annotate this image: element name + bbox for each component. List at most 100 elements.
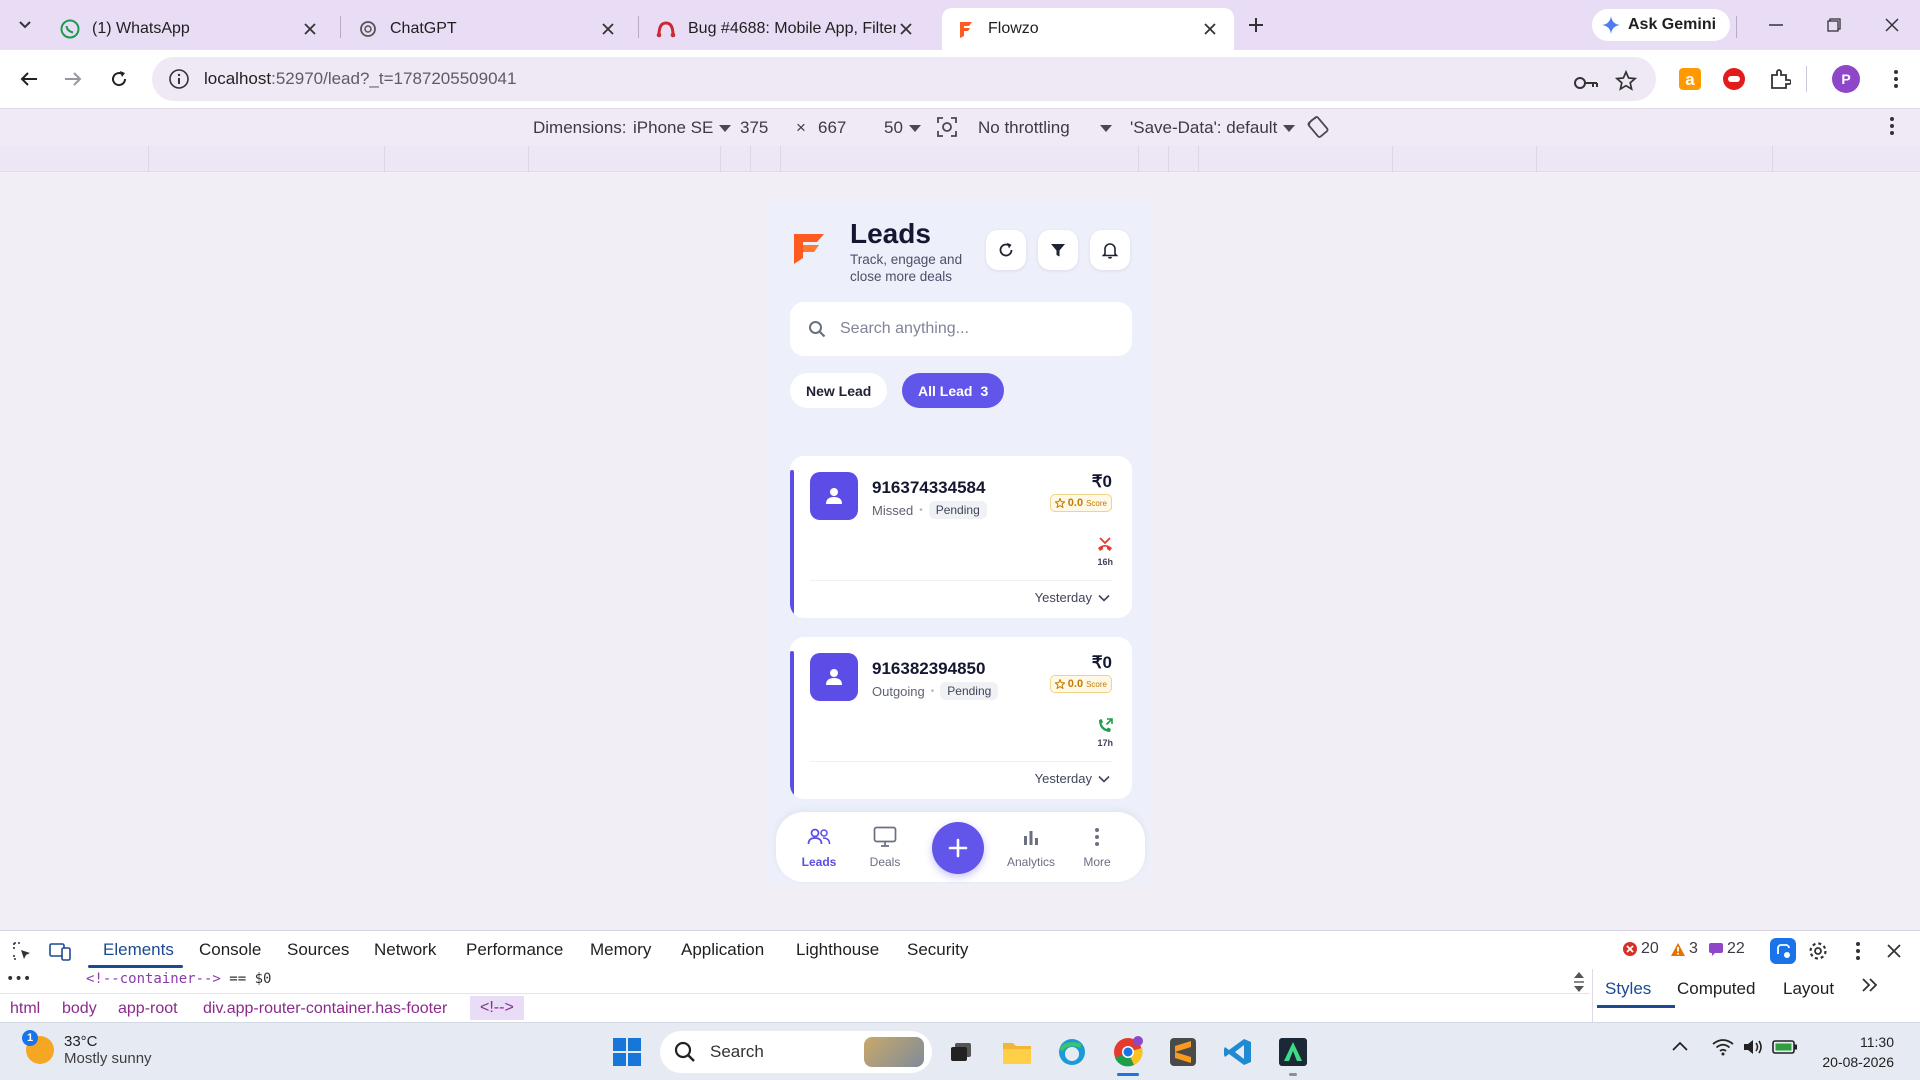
inspect-element-icon[interactable] — [10, 940, 34, 962]
close-tab-icon[interactable] — [598, 19, 618, 39]
issues-count[interactable]: 22 — [1708, 940, 1745, 958]
bookmark-star-icon[interactable] — [1614, 69, 1638, 93]
tab-chatgpt[interactable]: ChatGPT — [344, 8, 632, 50]
site-info-icon[interactable] — [168, 68, 190, 90]
new-tab-button[interactable] — [1242, 12, 1270, 38]
ask-gemini-button[interactable]: Ask Gemini — [1592, 9, 1731, 41]
show-hidden-icons[interactable] — [1672, 1041, 1688, 1051]
nav-leads[interactable]: Leads — [784, 825, 854, 869]
close-devtools-icon[interactable] — [1882, 940, 1906, 962]
close-tab-icon[interactable] — [300, 19, 320, 39]
windows-start-icon[interactable] — [610, 1035, 644, 1069]
warning-count[interactable]: 3 — [1670, 940, 1698, 958]
forward-button[interactable] — [58, 64, 88, 94]
address-bar[interactable]: localhost:52970/lead?_t=1787205509041 — [152, 57, 1656, 101]
width-input[interactable]: 375 — [740, 118, 768, 138]
android-studio-icon[interactable] — [1276, 1035, 1310, 1076]
breadcrumb-html[interactable]: html — [10, 1000, 40, 1018]
styles-tab[interactable]: Styles — [1605, 979, 1651, 999]
throttling-select[interactable]: No throttling — [978, 118, 1112, 138]
taskbar-search[interactable]: Search — [660, 1031, 932, 1073]
breadcrumb-body[interactable]: body — [62, 1000, 97, 1018]
device-select[interactable]: iPhone SE — [633, 118, 732, 138]
height-input[interactable]: 667 — [818, 118, 846, 138]
edge-browser-icon[interactable] — [1055, 1035, 1089, 1069]
browser-menu-icon[interactable] — [1882, 65, 1910, 93]
tab-flowzo[interactable]: Flowzo — [942, 8, 1234, 50]
breadcrumb-router-container[interactable]: div.app-router-container.has-footer — [203, 1000, 447, 1018]
task-view-icon[interactable] — [944, 1035, 978, 1069]
restore-button[interactable] — [1814, 10, 1854, 40]
youtube-extension-icon[interactable] — [1720, 65, 1748, 93]
devtools-tab-security[interactable]: Security — [907, 940, 968, 960]
filter-button[interactable] — [1038, 230, 1078, 270]
tab-bug-4688[interactable]: Bug #4688: Mobile App, Filter ic — [642, 8, 930, 50]
battery-icon[interactable] — [1772, 1039, 1798, 1055]
close-tab-icon[interactable] — [1200, 19, 1220, 39]
reload-button[interactable] — [104, 64, 134, 94]
rotate-device-icon[interactable] — [1306, 115, 1330, 139]
scroll-splitter-icon[interactable] — [1572, 971, 1586, 993]
device-toggle-icon[interactable] — [48, 940, 72, 962]
zoom-select[interactable]: 50 — [884, 118, 921, 138]
devtools-tab-application[interactable]: Application — [681, 940, 764, 960]
lead-card[interactable]: 916382394850 Outgoing • Pending ₹0 0.0 S… — [790, 637, 1132, 799]
settings-gear-icon[interactable] — [1806, 940, 1830, 962]
breadcrumb-app-root[interactable]: app-root — [118, 1000, 178, 1018]
expand-toggle[interactable]: Yesterday — [1035, 771, 1110, 786]
dom-tree-line[interactable]: ••• <!--container--> == $0 — [0, 969, 1590, 991]
devtools-tab-network[interactable]: Network — [374, 940, 436, 960]
nav-analytics[interactable]: Analytics — [996, 825, 1066, 869]
tab-search-menu[interactable] — [10, 13, 40, 37]
profile-avatar[interactable]: P — [1832, 65, 1860, 93]
all-lead-chip[interactable]: All Lead 3 — [902, 373, 1005, 408]
breadcrumb-comment[interactable]: <!--> — [470, 996, 524, 1020]
chrome-browser-icon[interactable] — [1111, 1035, 1145, 1076]
password-key-icon[interactable] — [1574, 71, 1598, 95]
devtools-tab-sources[interactable]: Sources — [287, 940, 349, 960]
capture-screenshot-icon[interactable] — [936, 116, 958, 138]
save-data-select[interactable]: 'Save-Data': default — [1130, 118, 1296, 138]
more-tabs-icon[interactable] — [1861, 977, 1879, 993]
device-toolbar-menu-icon[interactable] — [1890, 117, 1894, 135]
search-box[interactable] — [790, 302, 1132, 356]
score-label: Score — [1086, 679, 1107, 689]
close-window-button[interactable] — [1872, 10, 1912, 40]
add-lead-button[interactable] — [932, 822, 984, 874]
weather-widget[interactable]: 1 33°C Mostly sunny — [22, 1030, 152, 1067]
bar-chart-icon — [1022, 825, 1040, 849]
vscode-icon[interactable] — [1221, 1035, 1255, 1069]
computed-tab[interactable]: Computed — [1677, 979, 1755, 999]
devtools-tab-performance[interactable]: Performance — [466, 940, 563, 960]
devtools-tab-console[interactable]: Console — [199, 940, 261, 960]
devtools-tab-lighthouse[interactable]: Lighthouse — [796, 940, 879, 960]
sublime-text-icon[interactable] — [1166, 1035, 1200, 1069]
layout-tab[interactable]: Layout — [1783, 979, 1834, 999]
toolbar-separator — [1806, 66, 1807, 92]
system-clock[interactable]: 11:30 20-08-2026 — [1822, 1032, 1894, 1072]
notifications-button[interactable] — [1090, 230, 1130, 270]
lead-card[interactable]: 916374334584 Missed • Pending ₹0 0.0 Sco… — [790, 456, 1132, 618]
back-button[interactable] — [14, 64, 44, 94]
search-input[interactable] — [840, 320, 1100, 338]
extensions-puzzle-icon[interactable] — [1766, 65, 1794, 93]
tab-whatsapp[interactable]: (1) WhatsApp — [46, 8, 334, 50]
close-tab-icon[interactable] — [896, 19, 916, 39]
volume-icon[interactable] — [1742, 1038, 1764, 1056]
file-explorer-icon[interactable] — [1000, 1035, 1034, 1069]
nav-deals[interactable]: Deals — [850, 825, 920, 869]
new-lead-chip[interactable]: New Lead — [790, 373, 888, 408]
url-text[interactable]: localhost:52970/lead?_t=1787205509041 — [204, 69, 516, 89]
devtools-tab-elements[interactable]: Elements — [103, 940, 174, 960]
wifi-icon[interactable] — [1712, 1038, 1734, 1056]
minimize-button[interactable] — [1756, 10, 1796, 40]
expand-toggle[interactable]: Yesterday — [1035, 590, 1110, 605]
devtools-tab-memory[interactable]: Memory — [590, 940, 651, 960]
amazon-extension-icon[interactable]: a — [1676, 65, 1704, 93]
error-count[interactable]: 20 — [1622, 940, 1659, 958]
refresh-button[interactable] — [986, 230, 1026, 270]
copilot-ai-icon[interactable] — [1770, 938, 1796, 964]
media-query-ruler[interactable] — [0, 146, 1920, 172]
nav-more[interactable]: More — [1062, 825, 1132, 869]
devtools-menu-icon[interactable] — [1846, 940, 1870, 962]
